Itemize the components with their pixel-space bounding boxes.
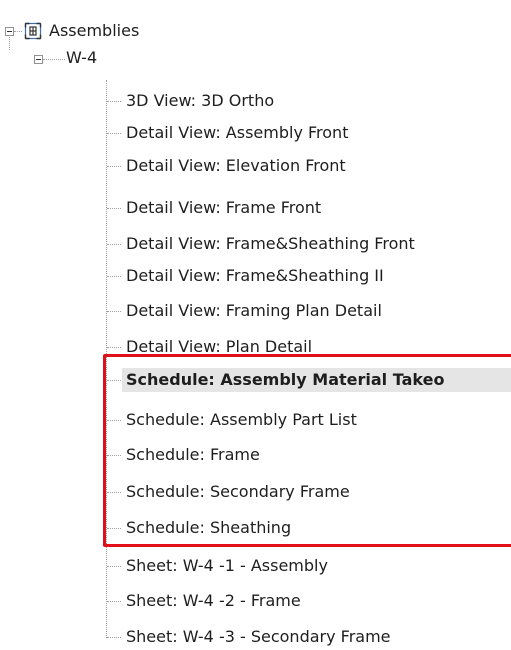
tree-item-detail-view-frame-front[interactable]: Detail View: Frame Front <box>122 196 321 220</box>
tree-connector <box>107 601 121 602</box>
tree-item-schedule-frame[interactable]: Schedule: Frame <box>122 443 260 467</box>
tree-item-schedule-secondary-frame[interactable]: Schedule: Secondary Frame <box>122 480 350 504</box>
tree-item-detail-view-framing-plan-detail[interactable]: Detail View: Framing Plan Detail <box>122 299 382 323</box>
tree-connector <box>107 566 121 567</box>
tree-item-sheet-w4-1-assembly[interactable]: Sheet: W-4 -1 - Assembly <box>122 554 328 578</box>
tree-item-schedule-assembly-material-takeoff[interactable]: Schedule: Assembly Material Takeo <box>122 368 511 392</box>
tree-item-detail-view-assembly-front[interactable]: Detail View: Assembly Front <box>122 121 348 145</box>
tree-connector <box>107 637 121 638</box>
tree-item-sheet-w4-3-secondary-frame[interactable]: Sheet: W-4 -3 - Secondary Frame <box>122 625 391 649</box>
tree-item-schedule-sheathing[interactable]: Schedule: Sheathing <box>122 516 291 540</box>
tree-connector <box>107 101 121 102</box>
tree-connector <box>107 528 121 529</box>
tree-connector <box>107 311 121 312</box>
tree-connector <box>43 59 65 60</box>
tree-connector <box>106 80 107 638</box>
tree-item-detail-view-frame-sheathing-ii[interactable]: Detail View: Frame&Sheathing II <box>122 264 384 288</box>
tree-connector <box>107 420 121 421</box>
tree-connector <box>107 133 121 134</box>
tree-connector <box>9 37 10 50</box>
tree-connector <box>107 347 121 348</box>
tree-root-label[interactable]: Assemblies <box>49 21 139 41</box>
tree-item-3d-view-3d-ortho[interactable]: 3D View: 3D Ortho <box>122 89 274 113</box>
tree-item-sheet-w4-2-frame[interactable]: Sheet: W-4 -2 - Frame <box>122 589 301 613</box>
tree-assembly-label[interactable]: W-4 <box>66 48 97 68</box>
tree-connector <box>107 455 121 456</box>
tree-connector <box>107 244 121 245</box>
tree-item-detail-view-plan-detail[interactable]: Detail View: Plan Detail <box>122 335 312 359</box>
collapse-assemblies-toggle[interactable] <box>5 27 14 36</box>
tree-connector <box>107 276 121 277</box>
collapse-w4-toggle[interactable] <box>34 55 43 64</box>
tree-item-schedule-assembly-part-list[interactable]: Schedule: Assembly Part List <box>122 408 357 432</box>
tree-connector <box>107 492 121 493</box>
tree-item-detail-view-elevation-front[interactable]: Detail View: Elevation Front <box>122 154 346 178</box>
assembly-icon <box>24 22 42 40</box>
tree-item-detail-view-frame-sheathing-front[interactable]: Detail View: Frame&Sheathing Front <box>122 232 415 256</box>
project-browser-tree: Assemblies W-4 3D View: 3D Ortho Detail … <box>0 0 511 650</box>
tree-connector <box>107 380 121 381</box>
tree-connector <box>14 31 22 32</box>
tree-connector <box>107 166 121 167</box>
tree-connector <box>107 208 121 209</box>
